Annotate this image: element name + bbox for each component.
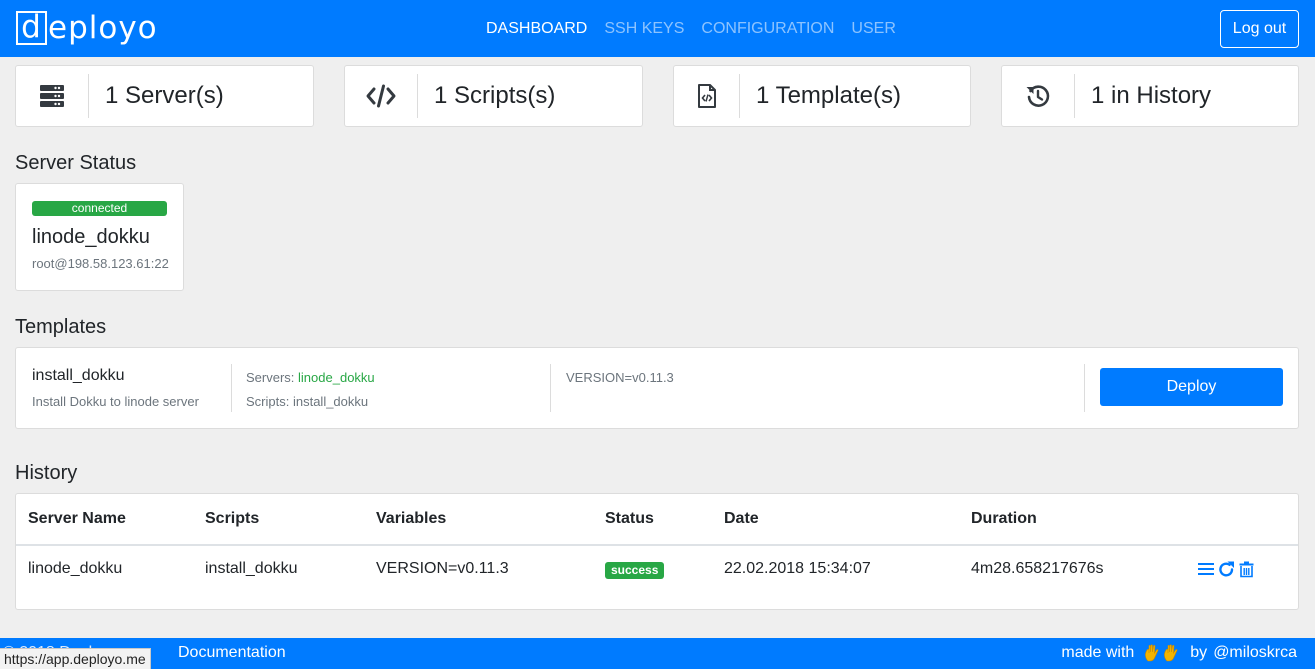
divider <box>1084 364 1085 412</box>
status-badge: connected <box>32 201 167 216</box>
template-card: install_dokku Install Dokku to linode se… <box>15 347 1299 429</box>
template-servers: Servers: linode_dokku <box>246 370 375 385</box>
brand-logo[interactable]: d eployo <box>16 10 158 46</box>
template-name: install_dokku <box>32 367 125 384</box>
server-status-title: Server Status <box>15 152 137 174</box>
nav-dashboard[interactable]: DASHBOARD <box>486 20 587 38</box>
cell-variables: VERSION=v0.11.3 <box>376 560 509 577</box>
row-actions <box>1197 560 1255 578</box>
waving-hands-icon <box>1144 644 1180 662</box>
list-icon[interactable] <box>1197 560 1215 578</box>
template-variables: VERSION=v0.11.3 <box>566 370 674 385</box>
cell-scripts: install_dokku <box>205 560 298 577</box>
main-nav: DASHBOARD SSH KEYS CONFIGURATION USER <box>486 20 896 38</box>
code-icon <box>345 74 418 118</box>
stat-servers-label: 1 Server(s) <box>105 82 224 109</box>
top-navbar: d eployo DASHBOARD SSH KEYS CONFIGURATION… <box>0 0 1315 57</box>
stat-templates-label: 1 Template(s) <box>756 82 901 109</box>
col-header-status: Status <box>605 510 654 527</box>
history-title: History <box>15 462 78 484</box>
footer-by: by <box>1190 644 1208 661</box>
server-name: linode_dokku <box>32 226 150 248</box>
col-header-variables: Variables <box>376 510 447 527</box>
footer-made-with: made with <box>1061 644 1135 661</box>
divider <box>550 364 551 412</box>
trash-icon[interactable] <box>1237 560 1255 578</box>
footer-credits: made with by @miloskrca <box>1061 644 1297 662</box>
stat-history-label: 1 in History <box>1091 82 1212 109</box>
col-header-server-name: Server Name <box>28 510 126 527</box>
footer-author-link[interactable]: @miloskrca <box>1213 644 1297 662</box>
stat-card-servers[interactable]: 1 Server(s) <box>15 65 314 127</box>
template-scripts-label: Scripts: <box>246 394 290 409</box>
status-badge-success: success <box>605 562 665 579</box>
template-servers-label: Servers: <box>246 370 295 385</box>
footer: © 2018 Deployo Documentation made with b… <box>0 638 1315 669</box>
footer-documentation-link[interactable]: Documentation <box>178 644 286 662</box>
server-address: root@198.58.123.61:22 <box>32 256 169 271</box>
table-header-divider <box>16 544 1298 546</box>
nav-user[interactable]: USER <box>851 20 895 38</box>
cell-date: 22.02.2018 15:34:07 <box>724 560 871 577</box>
history-icon <box>1002 74 1075 118</box>
templates-title: Templates <box>15 316 107 338</box>
stat-scripts-label: 1 Scripts(s) <box>434 82 556 109</box>
template-server-link[interactable]: linode_dokku <box>298 370 375 385</box>
stat-card-scripts[interactable]: 1 Scripts(s) <box>344 65 643 127</box>
nav-configuration[interactable]: CONFIGURATION <box>701 20 834 38</box>
divider <box>231 364 232 412</box>
col-header-date: Date <box>724 510 759 527</box>
cell-server-name: linode_dokku <box>28 560 123 577</box>
deploy-button[interactable]: Deploy <box>1100 368 1283 406</box>
server-card[interactable]: connected linode_dokku root@198.58.123.6… <box>15 183 184 291</box>
history-table: Server Name Scripts Variables Status Dat… <box>15 493 1299 610</box>
nav-ssh-keys[interactable]: SSH KEYS <box>604 20 684 38</box>
redo-icon[interactable] <box>1217 560 1235 578</box>
col-header-scripts: Scripts <box>205 510 260 527</box>
brand-logo-text: eployo <box>48 10 158 46</box>
cell-duration: 4m28.658217676s <box>971 560 1104 577</box>
browser-status-url: https://app.deployo.me <box>0 648 151 669</box>
template-scripts-value: install_dokku <box>292 394 369 409</box>
brand-logo-box: d <box>16 11 47 45</box>
logout-button[interactable]: Log out <box>1220 10 1299 48</box>
template-description: Install Dokku to linode server <box>32 394 199 409</box>
template-scripts: Scripts: install_dokku <box>246 394 368 409</box>
stat-card-templates[interactable]: 1 Template(s) <box>673 65 971 127</box>
stat-card-history[interactable]: 1 in History <box>1001 65 1299 127</box>
server-icon <box>16 74 89 118</box>
col-header-duration: Duration <box>971 510 1037 527</box>
file-code-icon <box>674 74 740 118</box>
